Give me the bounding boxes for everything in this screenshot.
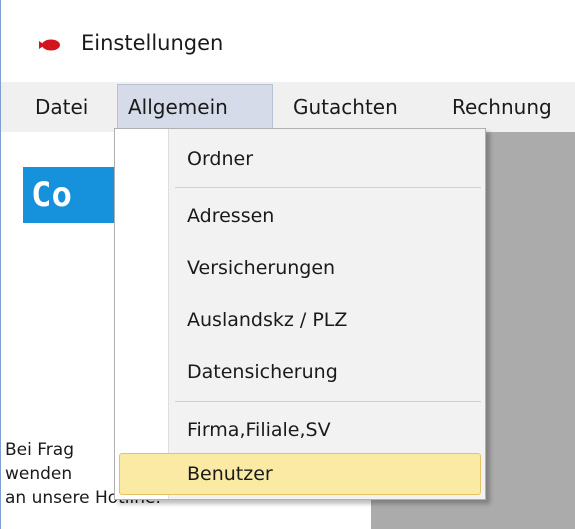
menu-item-versicherungen[interactable]: Versicherungen <box>115 244 485 292</box>
menu-item-auslandskz-plz[interactable]: Auslandskz / PLZ <box>115 296 485 344</box>
menu-item-adressen[interactable]: Adressen <box>115 192 485 240</box>
menu-gutachten[interactable]: Gutachten <box>283 82 408 132</box>
menu-item-benutzer[interactable]: Benutzer <box>119 453 481 495</box>
menu-separator <box>175 187 481 188</box>
title-bar: Einstellungen <box>1 0 575 82</box>
menu-bar: Datei Allgemein Gutachten Rechnung <box>1 82 575 132</box>
window-title: Einstellungen <box>81 31 224 55</box>
app-icon <box>39 37 61 51</box>
settings-window: Einstellungen Datei Allgemein Gutachten … <box>0 0 575 529</box>
menu-item-firma-filiale-sv[interactable]: Firma,Filiale,SV <box>115 406 485 454</box>
menu-item-datensicherung[interactable]: Datensicherung <box>115 348 485 396</box>
menu-datei[interactable]: Datei <box>25 82 98 132</box>
logo: Co <box>23 167 123 223</box>
menu-separator <box>175 401 481 402</box>
allgemein-dropdown-menu: Ordner Adressen Versicherungen Auslandsk… <box>114 128 486 500</box>
menu-rechnung[interactable]: Rechnung <box>442 82 562 132</box>
menu-item-ordner[interactable]: Ordner <box>115 135 485 183</box>
menu-allgemein[interactable]: Allgemein <box>117 84 273 130</box>
